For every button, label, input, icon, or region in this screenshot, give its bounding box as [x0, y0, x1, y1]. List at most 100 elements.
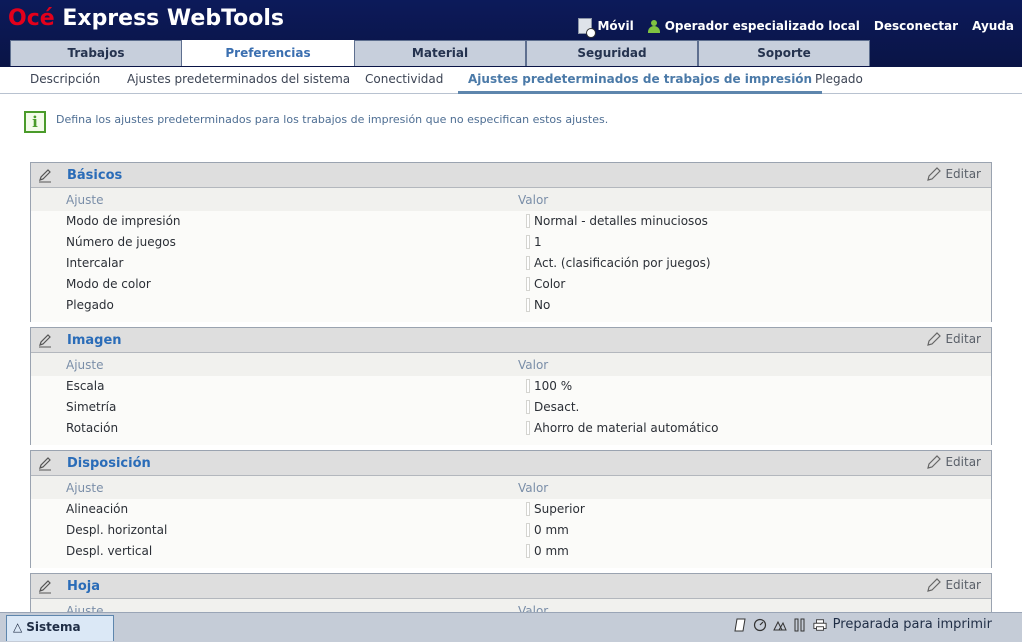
setting-value: Act. (clasificación por juegos) [534, 256, 711, 270]
setting-name: Número de juegos [66, 235, 176, 249]
gauge-icon[interactable] [753, 618, 767, 632]
col-value: Valor [518, 193, 549, 207]
edit-label: Editar [945, 332, 981, 346]
table-row: Alineación Superior [31, 499, 991, 520]
mobile-device-icon [578, 18, 597, 38]
tab-soporte[interactable]: Soporte [698, 40, 870, 66]
setting-value: Ahorro de material automático [534, 421, 719, 435]
value-marker [526, 298, 530, 312]
panel-header: Hoja Editar [31, 574, 991, 599]
tab-material[interactable]: Material [354, 40, 526, 66]
table-row: Plegado No [31, 295, 991, 316]
subtab-system-defaults[interactable]: Ajustes predeterminados del sistema [127, 67, 350, 94]
pencil-icon [39, 457, 51, 471]
panel-basicos: Básicos Editar Ajuste Valor Modo de impr… [30, 162, 992, 322]
table-row: Simetría Desact. [31, 397, 991, 418]
help-link[interactable]: Ayuda [972, 19, 1014, 33]
user-link[interactable]: Operador especializado local [647, 19, 860, 33]
printer-icon [813, 618, 827, 631]
column-header: Ajuste Valor [31, 476, 991, 499]
tab-preferencias[interactable]: Preferencias [182, 40, 354, 66]
edit-label: Editar [945, 167, 981, 181]
edit-button[interactable]: Editar [926, 166, 981, 182]
setting-value: 1 [534, 235, 542, 249]
column-header: Ajuste Valor [31, 599, 991, 612]
setting-name: Despl. horizontal [66, 523, 168, 537]
main-content: i Defina los ajustes predeterminados par… [0, 95, 1022, 612]
table-row: Modo de impresión Normal - detalles minuc… [31, 211, 991, 232]
value-marker [526, 379, 530, 393]
setting-name: Modo de impresión [66, 214, 181, 228]
logo-brand: Océ [8, 6, 55, 31]
setting-value: No [534, 298, 551, 312]
panel-hoja: Hoja Editar Ajuste Valor [30, 573, 992, 612]
col-value: Valor [518, 358, 549, 372]
subtab-descripcion[interactable]: Descripción [30, 67, 100, 94]
col-setting: Ajuste [66, 358, 104, 372]
tab-seguridad[interactable]: Seguridad [526, 40, 698, 66]
value-marker [526, 523, 530, 537]
status-text: Preparada para imprimir [832, 617, 992, 632]
edit-label: Editar [945, 578, 981, 592]
pencil-icon [39, 334, 51, 348]
col-setting: Ajuste [66, 193, 104, 207]
top-links: Móvil Operador especializado local Desco… [578, 18, 1014, 38]
table-row: Intercalar Act. (clasificación por juegos… [31, 253, 991, 274]
edit-label: Editar [945, 455, 981, 469]
value-marker [526, 277, 530, 291]
app-header: Océ Express WebTools Móvil Operador espe… [0, 0, 1022, 67]
setting-name: Rotación [66, 421, 119, 435]
value-marker [526, 421, 530, 435]
pencil-icon [927, 167, 942, 181]
tab-trabajos[interactable]: Trabajos [10, 40, 182, 66]
panel-spacer [31, 439, 991, 445]
column-header: Ajuste Valor [31, 353, 991, 376]
help-label: Ayuda [972, 19, 1014, 33]
toner-icon[interactable] [772, 618, 787, 632]
table-row: Escala 100 % [31, 376, 991, 397]
edit-button[interactable]: Editar [926, 454, 981, 470]
value-marker [526, 400, 530, 414]
panel-title: Disposición [67, 456, 151, 471]
info-text: Defina los ajustes predeterminados para … [56, 113, 609, 126]
system-tab[interactable]: △ Sistema [6, 615, 114, 641]
info-icon: i [24, 111, 46, 133]
paper-icon[interactable] [733, 618, 747, 632]
logo-product: Express WebTools [62, 6, 285, 31]
col-setting: Ajuste [66, 481, 104, 495]
panel-header: Básicos Editar [31, 163, 991, 188]
setting-value: Normal - detalles minuciosos [534, 214, 708, 228]
panel-spacer [31, 562, 991, 568]
setting-value: Desact. [534, 400, 580, 414]
user-icon [647, 19, 660, 33]
value-marker [526, 214, 530, 228]
status-bar: △ Sistema Preparada para imprimir [0, 612, 1022, 642]
setting-name: Alineación [66, 502, 129, 516]
setting-value: Superior [534, 502, 585, 516]
pencil-icon [927, 455, 942, 469]
subtab-conectividad[interactable]: Conectividad [365, 67, 443, 94]
panel-header: Imagen Editar [31, 328, 991, 353]
setting-name: Intercalar [66, 256, 124, 270]
value-marker [526, 544, 530, 558]
table-row: Número de juegos 1 [31, 232, 991, 253]
panel-imagen: Imagen Editar Ajuste Valor Escala 100 % S… [30, 327, 992, 445]
table-row: Despl. vertical 0 mm [31, 541, 991, 562]
setting-name: Plegado [66, 298, 114, 312]
subtab-plegado[interactable]: Plegado [815, 67, 863, 94]
value-marker [526, 235, 530, 249]
edit-button[interactable]: Editar [926, 331, 981, 347]
expand-triangle-icon: △ [13, 620, 23, 634]
col-value: Valor [518, 604, 549, 612]
pencil-icon [39, 169, 51, 183]
pause-icon[interactable] [793, 618, 807, 632]
mobile-link[interactable]: Móvil [578, 18, 634, 38]
edit-button[interactable]: Editar [926, 577, 981, 593]
setting-name: Modo de color [66, 277, 151, 291]
mobile-label: Móvil [597, 19, 634, 33]
printer-status: Preparada para imprimir [733, 617, 992, 632]
panel-spacer [31, 316, 991, 322]
subtab-print-job-defaults[interactable]: Ajustes predeterminados de trabajos de i… [458, 67, 823, 94]
logout-link[interactable]: Desconectar [874, 19, 958, 33]
setting-name: Simetría [66, 400, 117, 414]
